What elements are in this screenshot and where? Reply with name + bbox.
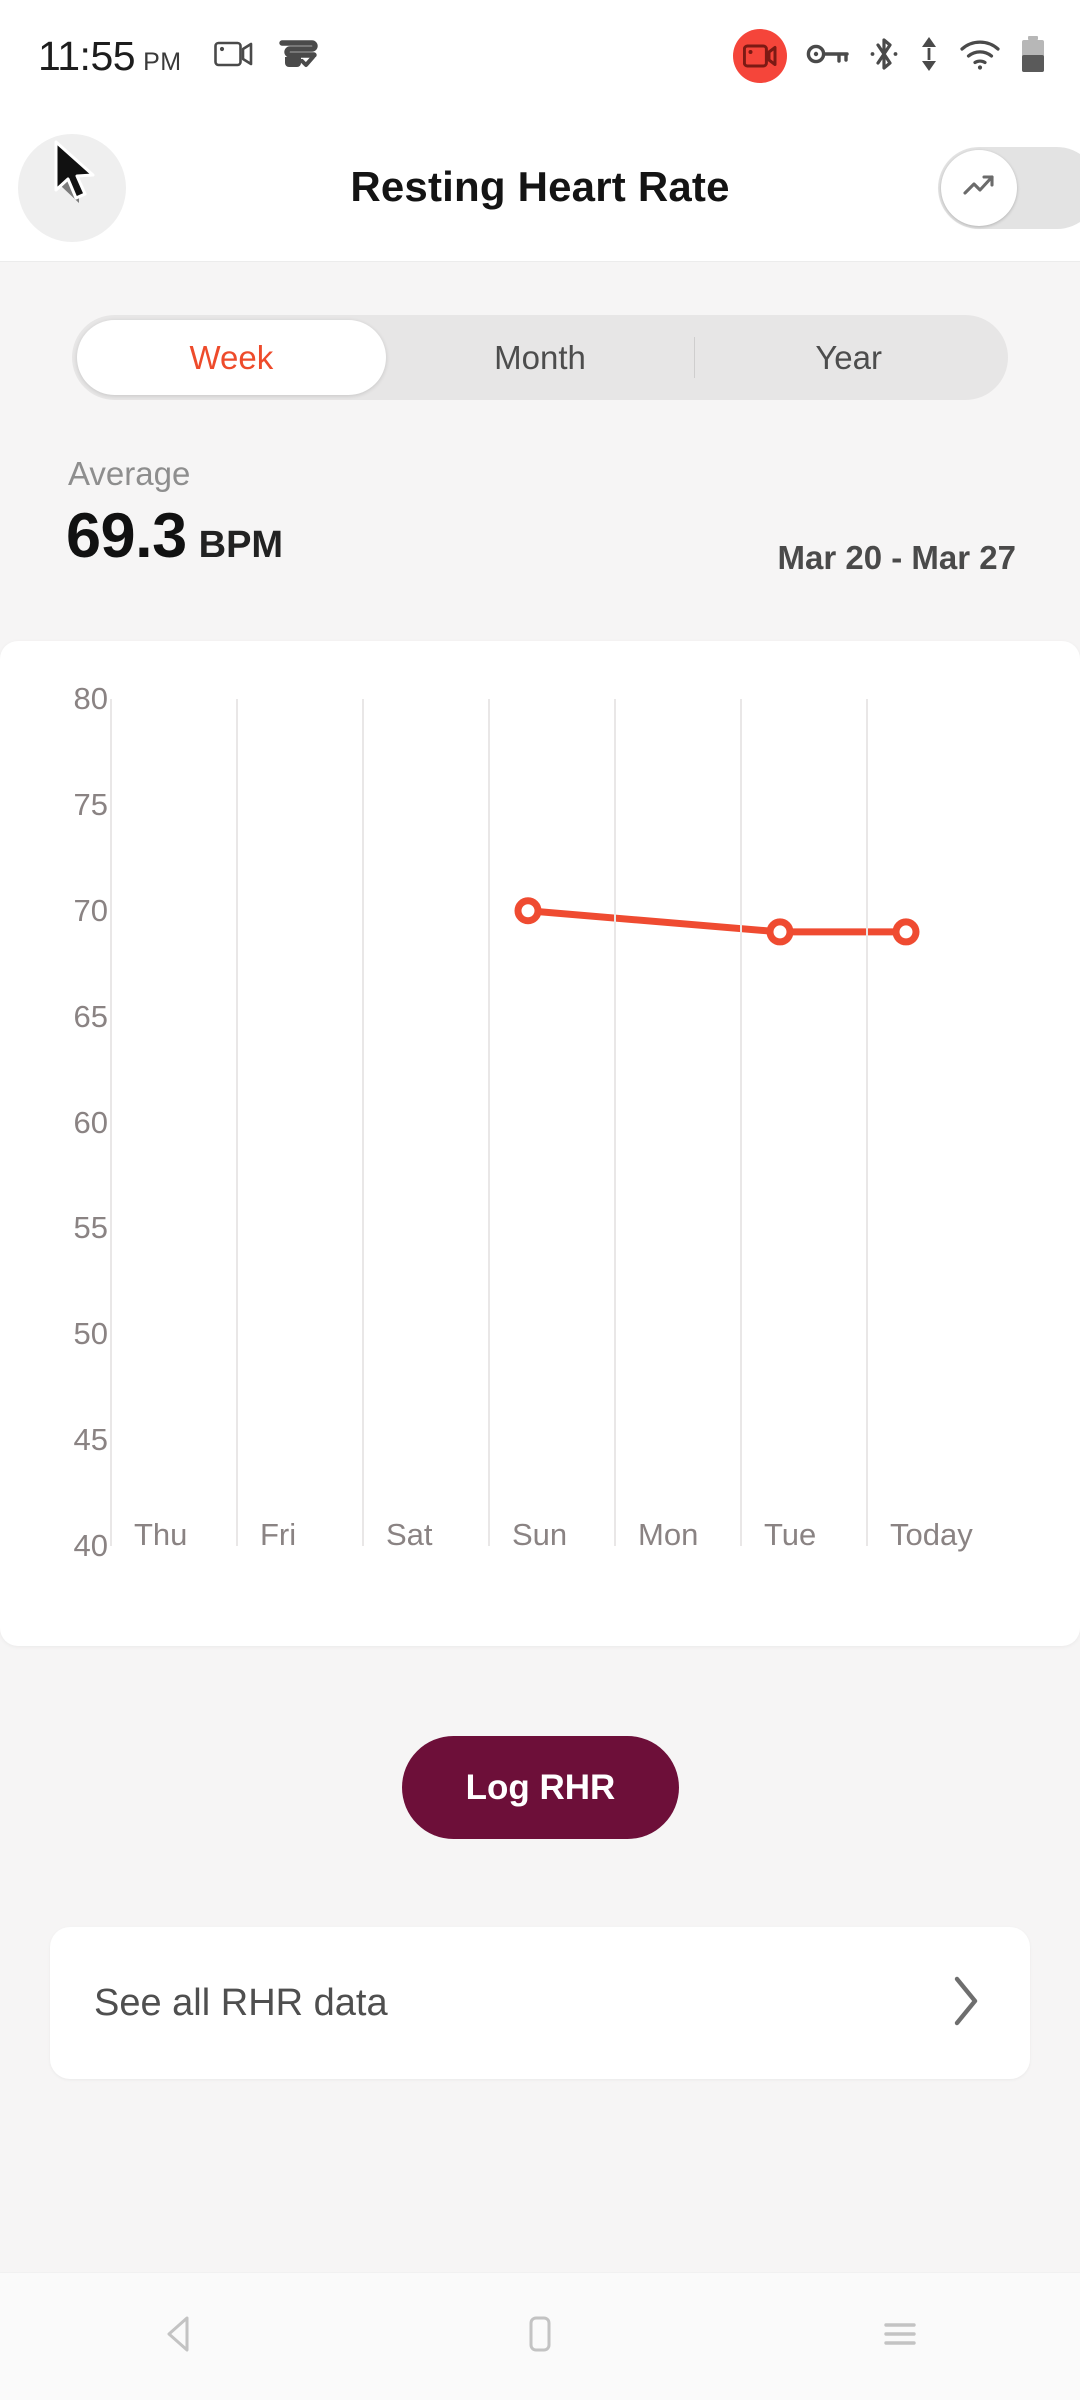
log-rhr-button[interactable]: Log RHR xyxy=(402,1736,679,1839)
nav-recents-button[interactable] xyxy=(720,2310,1080,2363)
x-axis-tick: Tue xyxy=(764,1517,817,1552)
chevron-right-icon xyxy=(948,1973,982,2034)
status-left-icons xyxy=(213,37,318,76)
x-axis-tick: Sat xyxy=(386,1517,433,1552)
average-unit: BPM xyxy=(198,524,284,566)
chart-gridline xyxy=(488,699,490,1546)
summary-section: Average 69.3 BPM Mar 20 - Mar 27 xyxy=(0,455,1080,600)
system-nav-bar xyxy=(0,2272,1080,2400)
y-axis-tick: 40 xyxy=(73,1528,108,1563)
vpn-key-icon xyxy=(806,41,850,72)
trend-toggle[interactable] xyxy=(938,147,1080,229)
chart-gridline xyxy=(740,699,742,1546)
x-axis-tick: Mon xyxy=(638,1517,699,1552)
see-all-label: See all RHR data xyxy=(94,1981,388,2024)
y-axis-tick: 55 xyxy=(73,1210,108,1246)
chart-gridline xyxy=(614,699,616,1546)
date-range: Mar 20 - Mar 27 xyxy=(777,539,1016,576)
chart-card: 80 75 70 65 60 55 50 45 40 Thu Fri Sat Sun Mon Tue Toda… xyxy=(0,641,1080,1646)
series-line xyxy=(524,907,910,936)
y-axis-tick: 70 xyxy=(73,892,108,928)
clock-time: 11:55 xyxy=(38,32,136,79)
x-axis-tick: Sun xyxy=(512,1517,568,1552)
x-axis-tick: Today xyxy=(890,1517,973,1552)
chart-series xyxy=(514,897,920,946)
x-axis-tick: Fri xyxy=(260,1517,297,1552)
chart-gridline xyxy=(362,699,364,1546)
vr-headset-check-icon xyxy=(278,37,318,76)
app-bar: Resting Heart Rate xyxy=(0,112,1080,262)
recents-lines-icon xyxy=(876,2310,924,2363)
y-axis-tick: 60 xyxy=(73,1104,108,1140)
trend-toggle-knob xyxy=(941,150,1017,226)
y-axis-tick: 50 xyxy=(73,1316,108,1352)
chart-gridline xyxy=(236,699,238,1546)
home-square-icon xyxy=(518,2310,562,2363)
data-transfer-icon xyxy=(918,35,940,78)
nav-home-button[interactable] xyxy=(360,2310,720,2363)
data-point-marker[interactable] xyxy=(892,918,920,946)
chart-gridline xyxy=(110,699,112,1546)
status-bar: 11:55 PM xyxy=(0,0,1080,112)
bluetooth-icon xyxy=(869,35,899,78)
x-axis-tick: Thu xyxy=(134,1517,188,1552)
trending-up-icon xyxy=(958,165,1000,212)
page-title: Resting Heart Rate xyxy=(350,163,730,210)
video-camera-icon xyxy=(213,39,254,74)
y-axis-tick: 45 xyxy=(73,1422,108,1458)
screen-record-icon xyxy=(733,29,787,83)
back-triangle-icon xyxy=(156,2310,204,2363)
data-point-marker[interactable] xyxy=(514,897,542,925)
y-axis-tick: 75 xyxy=(73,786,108,822)
status-right-icons xyxy=(733,29,1046,83)
average-value-row: 69.3 BPM xyxy=(66,500,283,572)
rhr-line-chart: 80 75 70 65 60 55 50 45 40 Thu Fri Sat Sun Mon Tue Toda… xyxy=(0,641,1080,1646)
see-all-rhr-data-row[interactable]: See all RHR data xyxy=(50,1927,1030,2079)
nav-back-button[interactable] xyxy=(0,2310,360,2363)
range-segmented-control: Week Month Year xyxy=(72,315,1008,400)
data-point-marker[interactable] xyxy=(766,918,794,946)
tab-year[interactable]: Year xyxy=(694,320,1003,395)
average-value: 69.3 xyxy=(66,501,187,571)
clock-ampm: PM xyxy=(143,47,182,76)
status-clock: 11:55 PM xyxy=(38,33,182,80)
app-screen: 11:55 PM Resting Heart Rate Week Month Y… xyxy=(0,0,1080,2400)
tab-week[interactable]: Week xyxy=(77,320,386,395)
tab-month[interactable]: Month xyxy=(386,320,695,395)
average-label: Average xyxy=(68,455,191,492)
wifi-icon xyxy=(959,38,1001,75)
y-axis-tick: 65 xyxy=(73,998,108,1034)
y-axis-tick: 80 xyxy=(73,681,108,716)
battery-icon xyxy=(1020,35,1046,78)
chart-gridline xyxy=(866,699,868,1546)
